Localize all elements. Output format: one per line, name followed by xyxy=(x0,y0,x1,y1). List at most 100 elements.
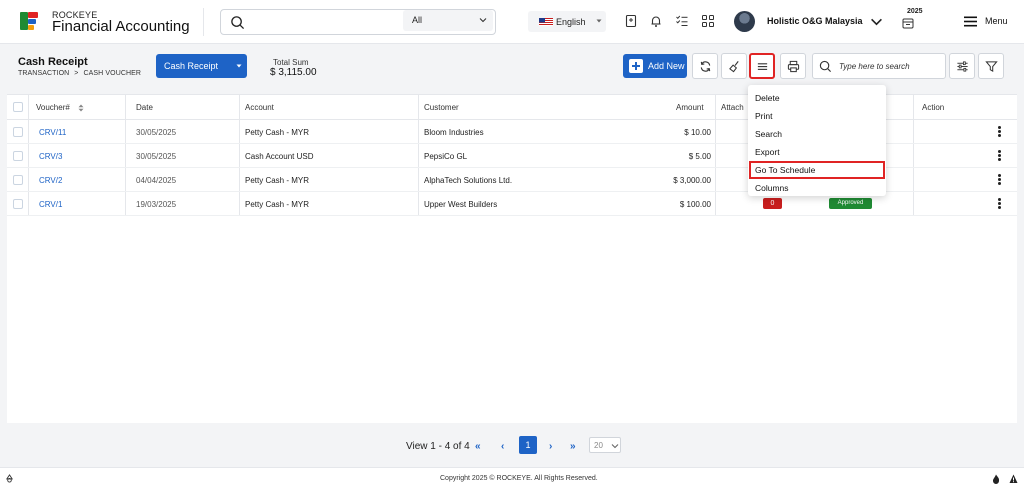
row-checkbox[interactable] xyxy=(13,199,23,209)
app-logo-icon xyxy=(20,12,38,30)
voucher-link[interactable]: CRV/2 xyxy=(39,176,62,185)
refresh-button[interactable] xyxy=(692,53,718,79)
menu-item-delete[interactable]: Delete xyxy=(755,93,780,103)
page-title: Cash Receipt xyxy=(18,56,88,68)
search-icon xyxy=(819,60,832,73)
breadcrumb-separator: > xyxy=(74,70,79,77)
breadcrumb-item[interactable]: CASH VOUCHER xyxy=(83,70,141,77)
more-options-menu: Delete Print Search Export Go To Schedul… xyxy=(748,85,886,196)
voucher-link[interactable]: CRV/3 xyxy=(39,152,62,161)
language-value: English xyxy=(556,17,586,27)
sort-icon[interactable] xyxy=(78,104,84,112)
recycle-icon[interactable] xyxy=(5,474,14,483)
menu-item-columns[interactable]: Columns xyxy=(755,183,789,193)
voucher-type-button[interactable]: Cash Receipt xyxy=(156,54,247,78)
col-attach[interactable]: Attach xyxy=(721,103,744,112)
menu-item-print[interactable]: Print xyxy=(755,111,772,121)
add-new-button[interactable]: Add New xyxy=(623,54,687,78)
row-actions-icon[interactable] xyxy=(998,198,1002,210)
language-select[interactable]: English xyxy=(528,11,606,32)
chevron-down-icon[interactable] xyxy=(870,15,883,28)
search-scope-select[interactable]: All xyxy=(403,10,493,31)
menu-item-go-to-schedule[interactable]: Go To Schedule xyxy=(755,165,815,175)
breadcrumb-item[interactable]: TRANSACTION xyxy=(18,70,69,77)
copyright-text: Copyright 2025 © ROCKEYE. All Rights Res… xyxy=(440,475,598,482)
company-name[interactable]: Holistic O&G Malaysia xyxy=(767,16,863,26)
amount-cell: $ 100.00 xyxy=(679,200,711,209)
refresh-icon xyxy=(700,61,711,72)
amount-cell: $ 10.00 xyxy=(684,128,711,137)
print-button[interactable] xyxy=(780,53,806,79)
flame-icon[interactable] xyxy=(992,474,1000,484)
col-action: Action xyxy=(922,103,945,112)
more-options-button[interactable] xyxy=(749,53,775,79)
sliders-icon xyxy=(957,61,968,72)
customer-cell: Upper West Builders xyxy=(424,200,498,209)
last-page-icon[interactable]: » xyxy=(570,441,576,452)
caret-down-icon xyxy=(596,19,602,23)
total-sum-label: Total Sum xyxy=(273,58,309,67)
customer-cell: PepsiCo GL xyxy=(424,152,468,161)
broom-icon xyxy=(729,61,739,73)
row-checkbox[interactable] xyxy=(13,127,23,137)
col-amount[interactable]: Amount xyxy=(676,103,704,112)
bookmark-icon[interactable] xyxy=(624,14,638,28)
row-actions-icon[interactable] xyxy=(998,150,1002,162)
row-checkbox[interactable] xyxy=(13,175,23,185)
fiscal-year: 2025 xyxy=(907,8,923,15)
page-size-select[interactable]: 20 xyxy=(589,437,621,453)
col-customer[interactable]: Customer xyxy=(424,103,459,112)
page-number-current[interactable]: 1 xyxy=(519,436,537,454)
col-date[interactable]: Date xyxy=(136,103,153,112)
account-cell: Petty Cash - MYR xyxy=(245,176,310,185)
menu-item-search[interactable]: Search xyxy=(755,129,782,139)
account-cell: Petty Cash - MYR xyxy=(245,200,310,209)
add-new-label: Add New xyxy=(648,61,685,71)
footer: Copyright 2025 © ROCKEYE. All Rights Res… xyxy=(0,467,1024,488)
menu-item-export[interactable]: Export xyxy=(755,147,780,157)
search-scope-value: All xyxy=(412,15,423,25)
amount-cell: $ 5.00 xyxy=(688,152,711,161)
apps-grid-icon[interactable] xyxy=(701,14,715,28)
alert-icon[interactable] xyxy=(1009,474,1018,484)
row-checkbox[interactable] xyxy=(13,151,23,161)
voucher-link[interactable]: CRV/1 xyxy=(39,200,62,209)
pagination: View 1 - 4 of 4 « ‹ 1 › » 20 xyxy=(0,430,1024,460)
user-avatar[interactable] xyxy=(734,11,755,32)
bell-icon[interactable] xyxy=(649,14,663,28)
table-search-input[interactable] xyxy=(839,60,943,73)
customer-cell: Bloom Industries xyxy=(424,128,484,137)
prev-page-icon[interactable]: ‹ xyxy=(501,441,504,452)
pagination-summary: View 1 - 4 of 4 xyxy=(406,441,470,452)
table-search[interactable] xyxy=(812,53,946,79)
calendar-icon[interactable] xyxy=(902,17,914,29)
row-actions-icon[interactable] xyxy=(998,174,1002,186)
list-menu-icon xyxy=(757,63,768,70)
header-divider xyxy=(203,8,204,36)
attachment-count-badge[interactable]: 0 xyxy=(763,198,782,209)
select-all-checkbox[interactable] xyxy=(13,102,23,112)
date-cell: 30/05/2025 xyxy=(136,152,177,161)
hamburger-menu-icon[interactable] xyxy=(963,15,978,28)
filter-button[interactable] xyxy=(978,53,1004,79)
customer-cell: AlphaTech Solutions Ltd. xyxy=(424,176,513,185)
printer-icon xyxy=(787,60,800,73)
next-page-icon[interactable]: › xyxy=(549,441,552,452)
voucher-type-label: Cash Receipt xyxy=(164,61,219,71)
col-voucher[interactable]: Voucher# xyxy=(36,103,70,112)
column-settings-button[interactable] xyxy=(949,53,975,79)
account-cell: Petty Cash - MYR xyxy=(245,128,310,137)
first-page-icon[interactable]: « xyxy=(475,441,481,452)
status-badge: Approved xyxy=(829,198,872,209)
breadcrumb: TRANSACTION > CASH VOUCHER xyxy=(18,70,146,77)
voucher-link[interactable]: CRV/11 xyxy=(39,128,66,137)
row-actions-icon[interactable] xyxy=(998,126,1002,138)
checklist-icon[interactable] xyxy=(675,14,689,28)
clear-button[interactable] xyxy=(721,53,747,79)
chevron-down-icon xyxy=(611,444,619,449)
menu-label[interactable]: Menu xyxy=(985,16,1008,26)
plus-icon xyxy=(629,59,643,73)
brand-product: Financial Accounting xyxy=(52,18,190,35)
top-header: ROCKEYE Financial Accounting All English… xyxy=(0,0,1024,44)
col-account[interactable]: Account xyxy=(245,103,274,112)
